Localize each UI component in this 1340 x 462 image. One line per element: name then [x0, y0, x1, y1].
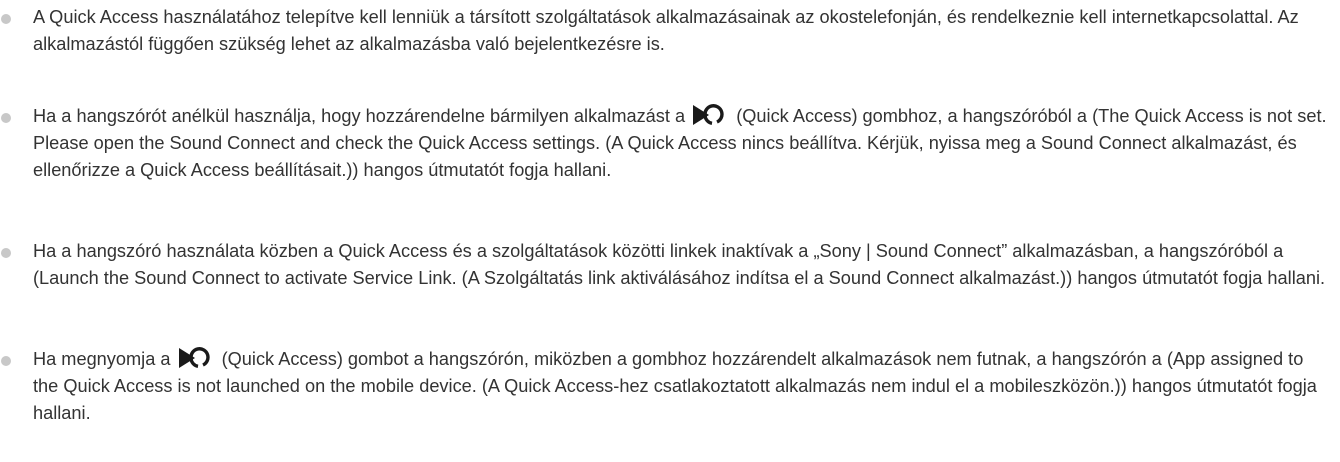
bullet-icon [1, 356, 11, 366]
list-item: Ha a hangszórót anélkül használja, hogy … [0, 103, 1330, 184]
list-item: A Quick Access használatához telepítve k… [0, 4, 1330, 58]
quick-access-icon [178, 347, 210, 368]
list-item-text: A Quick Access használatához telepítve k… [33, 7, 1299, 54]
list-item-text-before-icon: Ha megnyomja a [33, 349, 171, 369]
list-item: Ha megnyomja a (Quick Access) gombot a h… [0, 346, 1330, 427]
quick-access-icon [693, 104, 724, 125]
list-item-text: Ha megnyomja a (Quick Access) gombot a h… [33, 346, 1330, 427]
bullet-icon [1, 14, 11, 24]
list-item: Ha a hangszóró használata közben a Quick… [0, 238, 1330, 292]
bullet-icon [1, 248, 11, 258]
list-item-text-after-icon: (Quick Access) gombot a hangszórón, mikö… [33, 349, 1317, 423]
list-item-text-before-icon: Ha a hangszórót anélkül használja, hogy … [33, 106, 686, 126]
list-item-text: Ha a hangszórót anélkül használja, hogy … [33, 103, 1330, 184]
list-item-text: Ha a hangszóró használata közben a Quick… [33, 241, 1326, 288]
bullet-icon [1, 113, 11, 123]
